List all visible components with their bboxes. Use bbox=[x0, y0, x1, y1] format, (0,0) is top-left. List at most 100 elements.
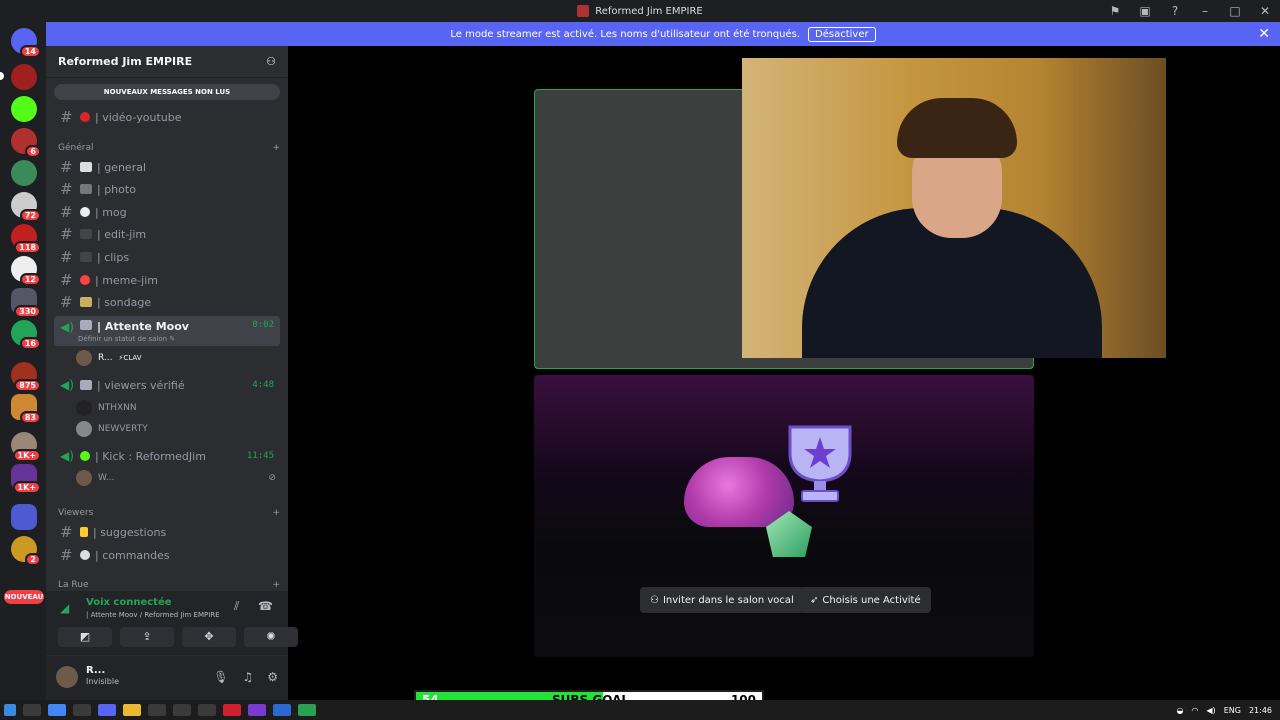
voice-user[interactable]: NEWVERTY bbox=[76, 419, 148, 439]
signal-icon[interactable]: ◢ bbox=[60, 601, 69, 615]
channel-sondage[interactable]: # | sondage bbox=[54, 291, 280, 313]
channel-emoji-icon bbox=[80, 275, 90, 285]
voice-channel-viewers[interactable]: ◀) | viewers vérifié 4:48 bbox=[54, 374, 280, 396]
server-icon[interactable]: 875 bbox=[11, 362, 41, 392]
voice-status-subtitle[interactable]: | Attente Moov / Reformed Jim EMPIRE bbox=[86, 611, 220, 619]
voice-user[interactable]: NTHXNN bbox=[76, 398, 137, 418]
server-badge: 12 bbox=[19, 273, 41, 286]
avatar[interactable] bbox=[56, 666, 78, 688]
server-badge: 118 bbox=[14, 241, 41, 254]
noise-suppression-icon[interactable]: ⫽ bbox=[234, 599, 239, 614]
voice-channel-kick[interactable]: ◀) | Kick : ReformedJim 11:45 bbox=[54, 445, 280, 467]
category-general[interactable]: Général + bbox=[58, 143, 280, 153]
folder-icon[interactable] bbox=[11, 504, 37, 530]
channel-meme-jim[interactable]: # | meme-jim bbox=[54, 269, 280, 291]
server-icon[interactable]: 2 bbox=[11, 536, 41, 566]
rocket-icon: ➶ bbox=[810, 594, 819, 606]
taskbar-app-icon[interactable] bbox=[248, 704, 266, 716]
taskbar-app-icon[interactable] bbox=[148, 704, 166, 716]
voice-status-title[interactable]: Voix connectée bbox=[86, 597, 172, 608]
choose-label: Choisis une Activité bbox=[822, 594, 921, 606]
close-window-button[interactable]: ✕ bbox=[1250, 4, 1280, 18]
channel-edit-jim[interactable]: # | edit-jim bbox=[54, 223, 280, 245]
camera-off-button[interactable]: ◩ bbox=[58, 627, 112, 647]
home-button[interactable]: 14 bbox=[11, 28, 41, 58]
server-icon[interactable] bbox=[11, 96, 37, 122]
channel-label: | commandes bbox=[95, 548, 170, 562]
category-label: La Rue bbox=[58, 580, 89, 590]
soundboard-button[interactable]: ✺ bbox=[244, 627, 298, 647]
channel-clips[interactable]: # | clips bbox=[54, 246, 280, 268]
server-icon[interactable]: 16 bbox=[11, 320, 41, 350]
channel-photo[interactable]: # | photo bbox=[54, 178, 280, 200]
tray-icon[interactable]: ◒ bbox=[1176, 706, 1183, 715]
wifi-icon[interactable]: ◠ bbox=[1191, 706, 1198, 715]
server-icon[interactable]: 1K+ bbox=[11, 432, 41, 462]
disconnect-icon[interactable]: ☎ bbox=[258, 599, 273, 613]
new-servers-pill[interactable]: NOUVEAU bbox=[4, 590, 44, 604]
channel-mog[interactable]: # | mog bbox=[54, 201, 280, 223]
screen-icon[interactable]: ▣ bbox=[1130, 4, 1160, 18]
headphones-icon[interactable]: ♫ bbox=[242, 670, 253, 684]
clock[interactable]: 21:46 bbox=[1249, 706, 1272, 715]
help-icon[interactable]: ? bbox=[1160, 4, 1190, 18]
maximize-button[interactable]: □ bbox=[1220, 4, 1250, 18]
taskbar-app-icon[interactable] bbox=[198, 704, 216, 716]
channel-suggestions[interactable]: # | suggestions bbox=[54, 521, 280, 543]
server-folder[interactable]: 83 bbox=[11, 394, 41, 424]
channel-video-youtube[interactable]: # | vidéo-youtube bbox=[54, 106, 280, 128]
volume-icon[interactable]: ◀) bbox=[1206, 706, 1215, 715]
shell-icon bbox=[684, 457, 794, 527]
taskbar-app-icon[interactable] bbox=[298, 704, 316, 716]
category-la-rue[interactable]: La Rue + bbox=[58, 580, 280, 590]
invite-voice-button[interactable]: ⚇ Inviter dans le salon vocal bbox=[640, 587, 804, 613]
discord-icon[interactable] bbox=[98, 704, 116, 716]
user-name: NEWVERTY bbox=[98, 424, 148, 434]
channel-general[interactable]: # | general bbox=[54, 156, 280, 178]
server-folder[interactable]: 1K+ bbox=[11, 464, 41, 494]
taskbar-app-icon[interactable] bbox=[273, 704, 291, 716]
server-icon[interactable]: 12 bbox=[11, 256, 41, 286]
taskbar-app-icon[interactable] bbox=[73, 704, 91, 716]
inbox-icon[interactable]: ⚑ bbox=[1100, 4, 1130, 18]
chrome-icon[interactable] bbox=[48, 704, 66, 716]
server-icon[interactable]: 72 bbox=[11, 192, 41, 222]
avatar bbox=[76, 350, 92, 366]
server-icon[interactable]: 118 bbox=[11, 224, 41, 254]
user-name: NTHXNN bbox=[98, 403, 137, 413]
channel-commandes[interactable]: # | commandes bbox=[54, 544, 280, 566]
microphone-icon[interactable]: 🎙 bbox=[213, 670, 228, 684]
server-icon[interactable] bbox=[11, 64, 37, 90]
add-channel-icon[interactable]: + bbox=[272, 508, 280, 518]
taskbar-app-icon[interactable] bbox=[173, 704, 191, 716]
server-icon[interactable] bbox=[11, 160, 37, 186]
channel-label: | mog bbox=[95, 205, 127, 219]
activities-button[interactable]: ✥ bbox=[182, 627, 236, 647]
banner-close-icon[interactable]: ✕ bbox=[1258, 26, 1270, 42]
search-icon[interactable] bbox=[23, 704, 41, 716]
add-channel-icon[interactable]: + bbox=[272, 580, 280, 590]
minimize-button[interactable]: – bbox=[1190, 4, 1220, 18]
user-panel-name[interactable]: R... bbox=[86, 665, 105, 676]
category-viewers[interactable]: Viewers + bbox=[58, 508, 280, 518]
unread-messages-banner[interactable]: NOUVEAUX MESSAGES NON LUS bbox=[54, 84, 280, 100]
gear-icon[interactable]: ⚙ bbox=[267, 670, 278, 684]
language-indicator[interactable]: ENG bbox=[1224, 706, 1241, 715]
add-channel-icon[interactable]: + bbox=[272, 143, 280, 153]
channel-emoji-icon bbox=[80, 112, 90, 122]
folder-icon[interactable] bbox=[123, 704, 141, 716]
server-header[interactable]: Reformed Jim EMPIRE ⚇ bbox=[46, 46, 288, 78]
taskbar-app-icon[interactable] bbox=[223, 704, 241, 716]
start-icon[interactable] bbox=[4, 704, 16, 716]
channel-status[interactable]: Définir un statut de salon ✎ bbox=[78, 335, 175, 343]
voice-user[interactable]: W... ⊘ bbox=[76, 468, 276, 488]
disable-streamer-button[interactable]: Désactiver bbox=[808, 26, 876, 42]
server-icon[interactable]: 6 bbox=[11, 128, 41, 158]
add-member-icon[interactable]: ⚇ bbox=[266, 55, 276, 68]
server-folder[interactable]: 330 bbox=[11, 288, 41, 318]
hash-icon: # bbox=[60, 108, 73, 126]
choose-activity-button[interactable]: ➶ Choisis une Activité bbox=[800, 587, 931, 613]
pencil-icon: ✎ bbox=[169, 335, 176, 343]
voice-user[interactable]: R... ⚡CLAV bbox=[76, 348, 142, 368]
screen-share-button[interactable]: ⇪ bbox=[120, 627, 174, 647]
